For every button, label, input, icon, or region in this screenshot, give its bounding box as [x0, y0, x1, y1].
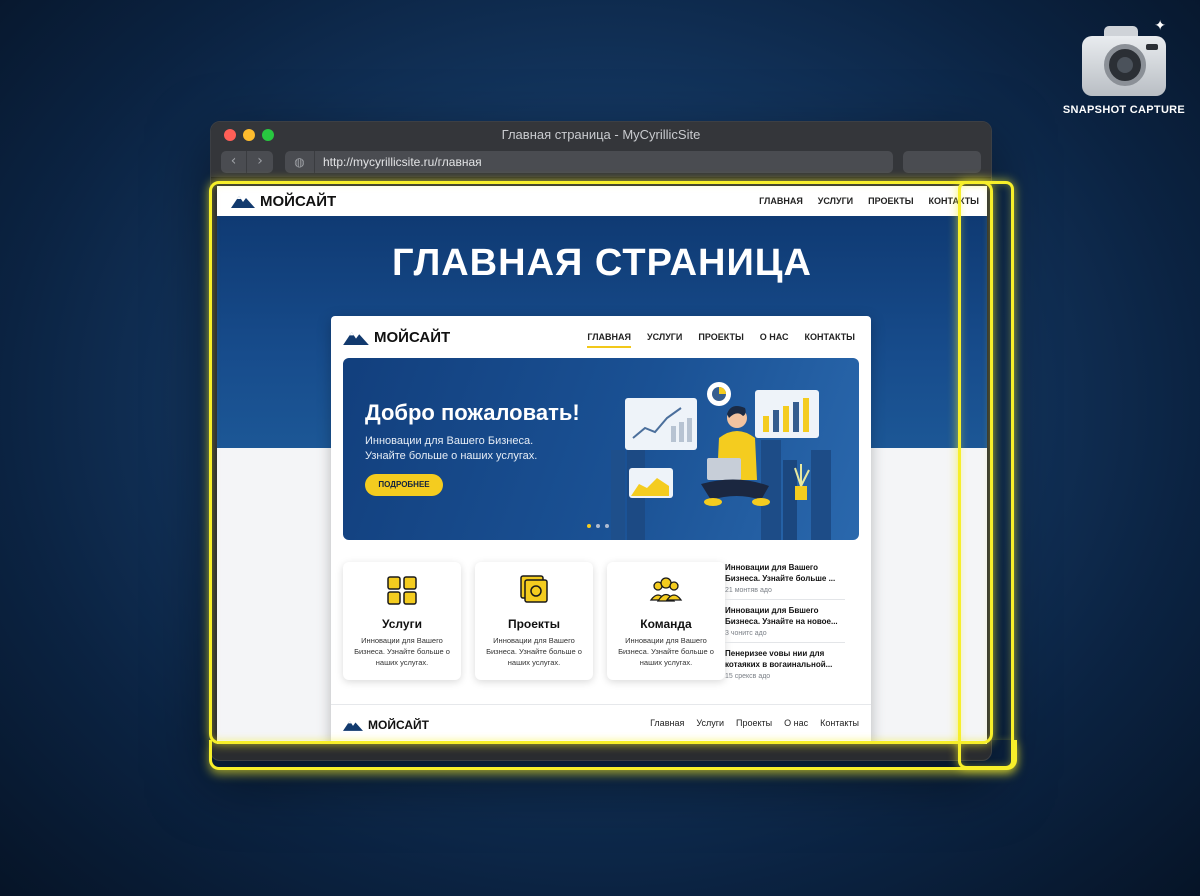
capture-highlight-frame — [209, 181, 993, 744]
address-bar[interactable]: ◍ http://mycyrillicsite.ru/главная — [285, 151, 893, 173]
snapshot-capture-label: SNAPSHOT CAPTURE — [1062, 104, 1186, 116]
back-button[interactable]: ‹ — [221, 151, 247, 173]
browser-toolbar: ‹ › ◍ http://mycyrillicsite.ru/главная — [211, 148, 991, 178]
chevron-left-icon: ‹ — [230, 153, 237, 169]
forward-button[interactable]: › — [247, 151, 273, 173]
toolbar-extra-button[interactable] — [903, 151, 981, 173]
snapshot-capture-badge: ✦ SNAPSHOT CAPTURE — [1062, 18, 1186, 116]
window-title: Главная страница - MyCyrillicSite — [501, 127, 701, 142]
capture-highlight-scrollbar-region — [958, 181, 1014, 769]
globe-icon: ◍ — [285, 151, 315, 173]
url-text[interactable]: http://mycyrillicsite.ru/главная — [323, 155, 482, 169]
capture-highlight-bottom-edge — [209, 740, 1017, 770]
title-bar: Главная страница - MyCyrillicSite — [211, 122, 991, 148]
chevron-right-icon: › — [257, 153, 263, 169]
camera-icon: ✦ — [1082, 18, 1166, 96]
